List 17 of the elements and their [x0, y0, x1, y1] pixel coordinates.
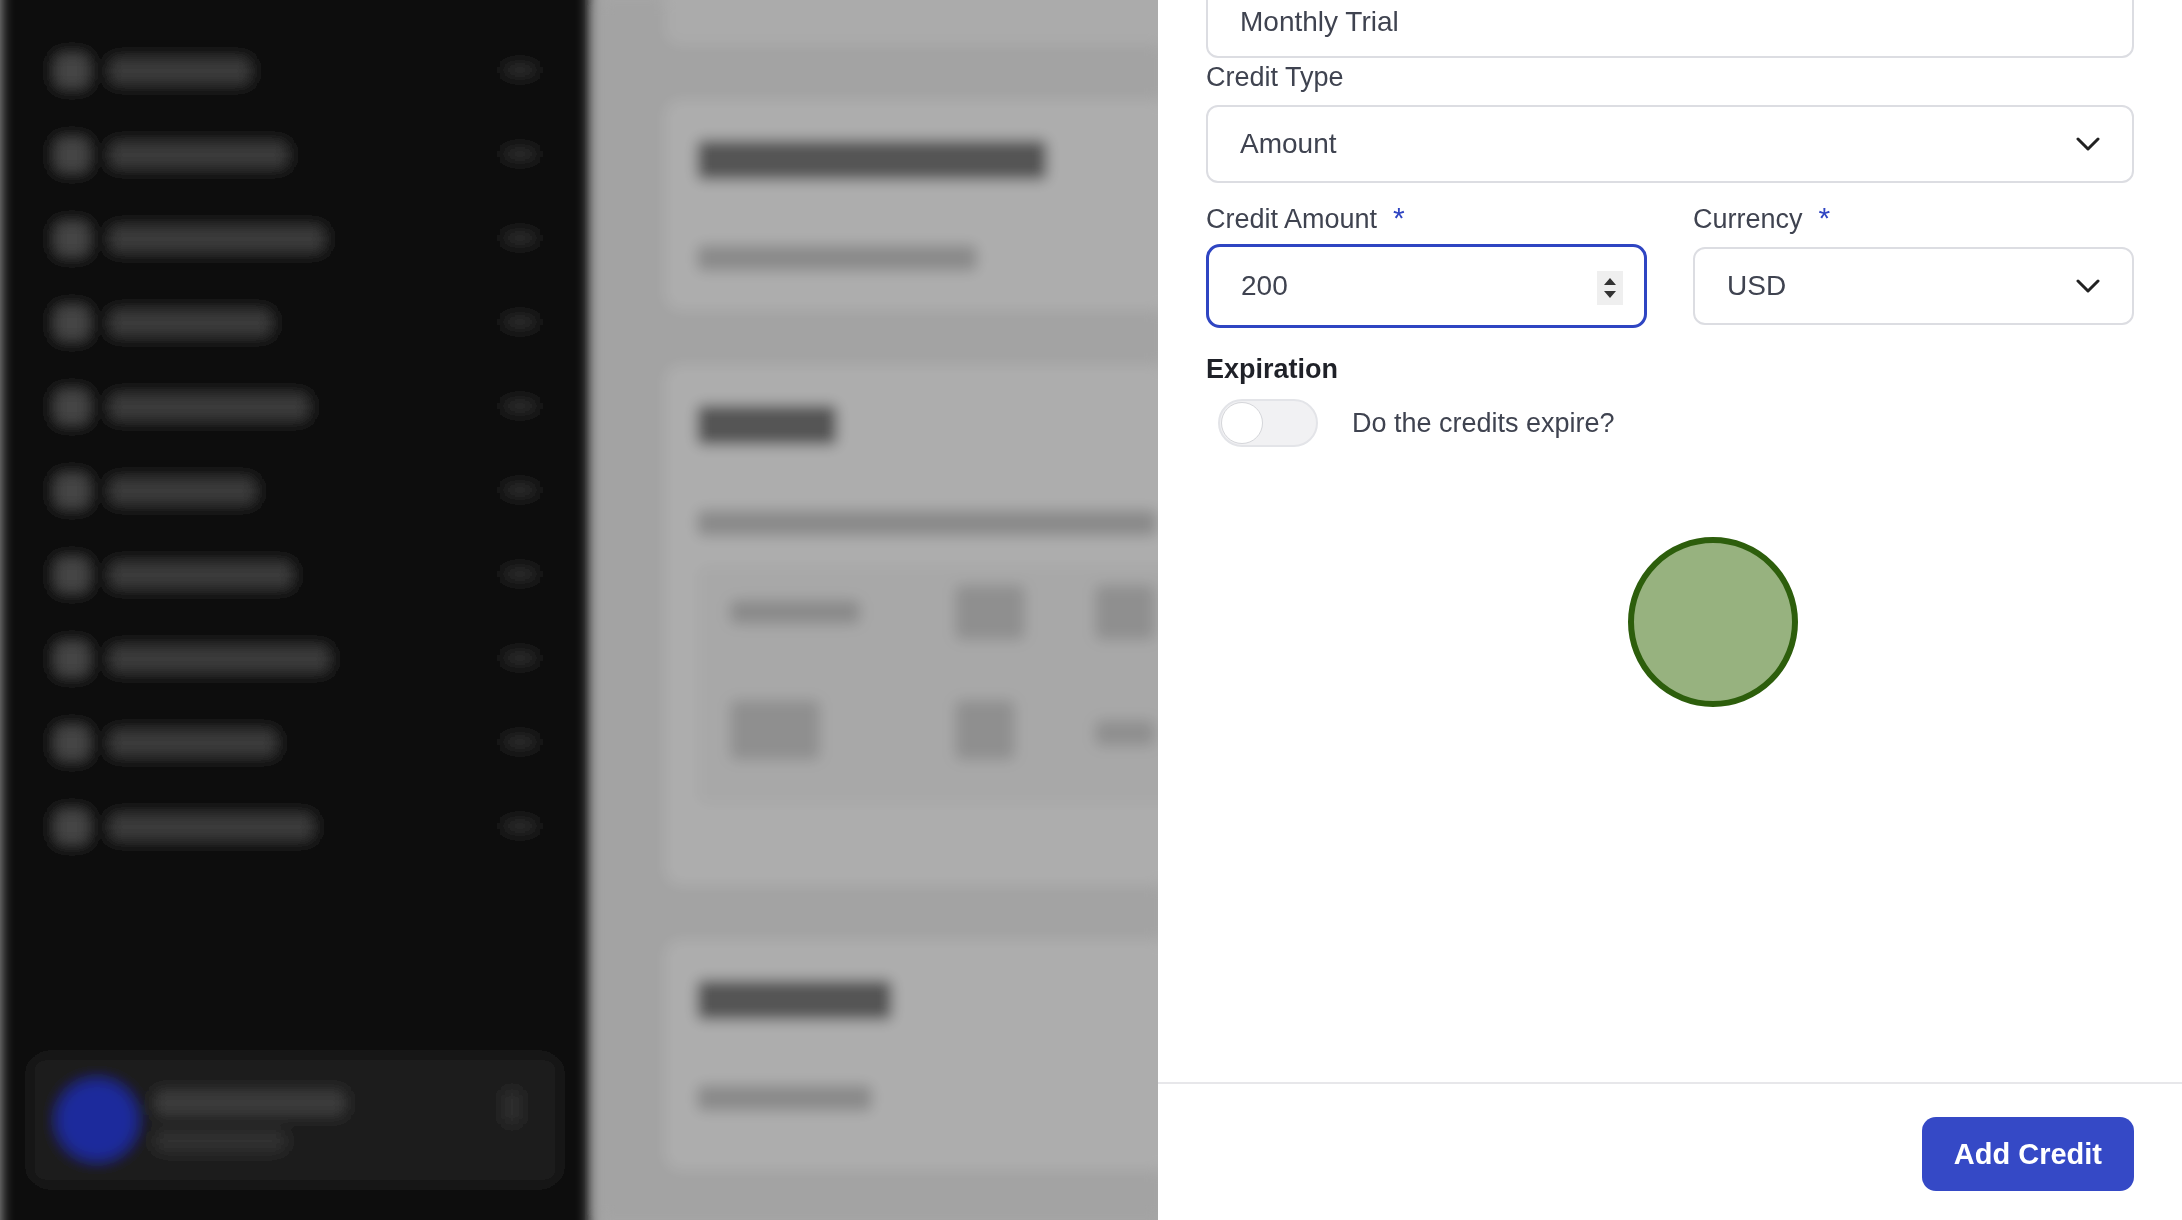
toggle-switch[interactable] — [1218, 399, 1318, 447]
credit-type-select[interactable]: Amount — [1206, 105, 2134, 183]
required-mark: * — [1393, 201, 1405, 235]
toggle-label: Do the credits expire? — [1352, 407, 1615, 439]
currency-select[interactable]: USD — [1693, 247, 2134, 325]
name-field[interactable]: Monthly Trial — [1206, 0, 2134, 58]
required-mark: * — [1818, 201, 1831, 235]
section-label: Expiration — [1206, 354, 1340, 385]
spinner-icon[interactable] — [1597, 270, 1623, 305]
chevron-down-icon — [2076, 137, 2100, 151]
field-label: Credit Type — [1206, 62, 1344, 93]
field-label: Currency — [1693, 204, 1803, 235]
click-marker-icon — [1628, 537, 1798, 707]
chevron-down-icon — [2076, 279, 2100, 293]
field-label: Credit Amount — [1206, 204, 1378, 235]
add-credit-button[interactable]: Add Credit — [1921, 1117, 2134, 1191]
credit-amount-field[interactable]: 200 — [1206, 244, 1647, 328]
